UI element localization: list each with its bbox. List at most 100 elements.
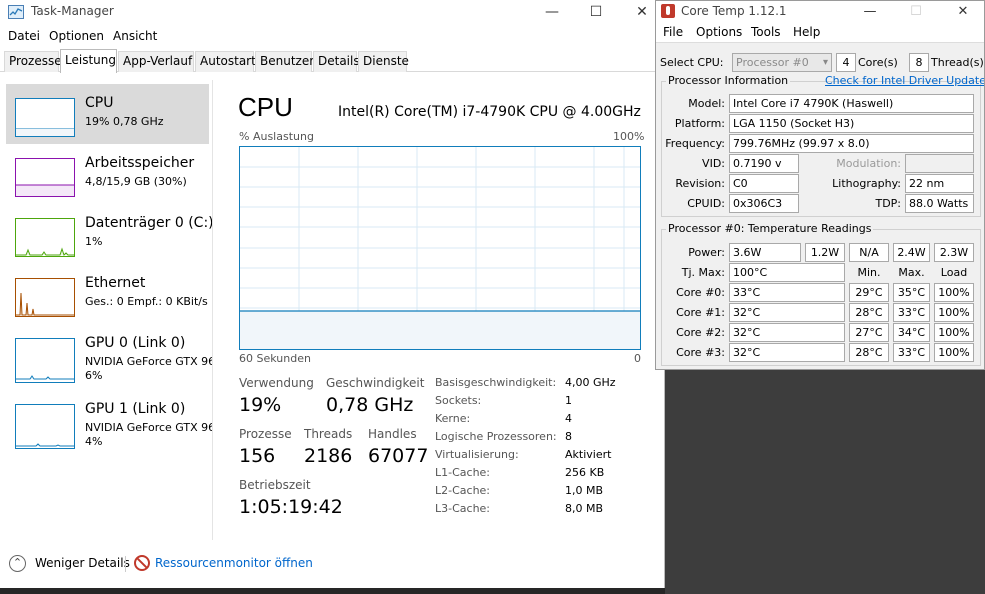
menu-ansicht[interactable]: Ansicht <box>113 29 157 43</box>
sidebar-item-disk[interactable]: Datenträger 0 (C:) 1% <box>6 204 212 264</box>
cpu-select-value: Processor #0 <box>736 56 809 69</box>
processes-label: Prozesse <box>239 427 292 441</box>
cpu-usage-fill <box>240 311 640 349</box>
revision-value: C0 <box>729 174 799 193</box>
menu-file[interactable]: File <box>663 25 683 39</box>
menu-options[interactable]: Options <box>696 25 742 39</box>
tab-details[interactable]: Details <box>313 51 360 72</box>
cpu-model-name: Intel(R) Core(TM) i7-4790K CPU @ 4.00GHz <box>338 104 641 120</box>
window-title: Core Temp 1.12.1 <box>681 4 787 18</box>
gpu1-mini-graph <box>15 404 75 449</box>
uptime-label: Betriebszeit <box>239 478 311 492</box>
cpu-select[interactable]: Processor #0 ▾ <box>732 53 832 72</box>
usage-value: 19% <box>239 394 282 416</box>
resource-monitor-icon[interactable] <box>134 555 150 571</box>
maximize-button[interactable]: ☐ <box>573 0 619 24</box>
core-min: 29°C <box>849 283 889 302</box>
core-min: 28°C <box>849 303 889 322</box>
threads-value: 2186 <box>304 445 353 467</box>
sidebar-item-subtitle: Ges.: 0 Empf.: 0 KBit/s <box>85 295 208 308</box>
power-dram: 2.4W <box>893 243 930 262</box>
tjmax-value: 100°C <box>729 263 845 282</box>
core-temp: 32°C <box>729 323 845 342</box>
sidebar-item-memory[interactable]: Arbeitsspeicher 4,8/15,9 GB (30%) <box>6 144 209 204</box>
sidebar-item-title: Ethernet <box>85 275 146 291</box>
threads-count: 8 <box>909 53 929 72</box>
temperature-title: Processor #0: Temperature Readings <box>666 222 874 235</box>
minimize-button[interactable]: — <box>529 0 575 24</box>
thermometer-icon <box>661 4 675 18</box>
tab-app-verlauf[interactable]: App-Verlauf <box>118 51 194 72</box>
cpuid-label: CPUID: <box>687 197 725 210</box>
vid-value: 0.7190 v <box>729 154 799 173</box>
core-temp: 33°C <box>729 283 845 302</box>
frequency-label: Frequency: <box>665 137 725 150</box>
sidebar-item-subtitle: 19% 0,78 GHz <box>85 115 164 128</box>
core-load: 100% <box>934 283 974 302</box>
driver-update-link[interactable]: Check for Intel Driver Updates <box>825 74 984 87</box>
processor-info-title: Processor Information <box>666 74 791 87</box>
spec-key: L2-Cache: <box>435 484 491 497</box>
tab-leistung[interactable]: Leistung <box>60 49 117 73</box>
spec-key: Kerne: <box>435 412 471 425</box>
tjmax-label: Tj. Max: <box>681 266 725 279</box>
tdp-value: 88.0 Watts <box>905 194 974 213</box>
close-button[interactable]: ✕ <box>943 1 983 23</box>
spec-key: L1-Cache: <box>435 466 491 479</box>
platform-label: Platform: <box>674 117 725 130</box>
menu-datei[interactable]: Datei <box>8 29 40 43</box>
gpu-name: NVIDIA GeForce GTX 960 <box>85 355 213 368</box>
fewer-details-button[interactable]: Weniger Details <box>35 556 130 570</box>
tab-bar: Prozesse Leistung App-Verlauf Autostart … <box>0 49 664 73</box>
modulation-label: Modulation: <box>836 157 901 170</box>
gpu-usage: 4% <box>85 435 103 448</box>
sidebar-item-gpu1[interactable]: GPU 1 (Link 0) NVIDIA GeForce GTX 960 4% <box>6 390 212 456</box>
sidebar-item-cpu[interactable]: CPU 19% 0,78 GHz <box>6 84 209 144</box>
sidebar-item-ethernet[interactable]: Ethernet Ges.: 0 Empf.: 0 KBit/s <box>6 264 209 324</box>
speed-value: 0,78 GHz <box>326 394 414 416</box>
core-label: Core #1: <box>676 306 725 319</box>
tdp-label: TDP: <box>875 197 901 210</box>
frequency-value: 799.76MHz (99.97 x 8.0) <box>729 134 974 153</box>
gpu0-mini-graph <box>15 338 75 383</box>
core-label: Core #2: <box>676 326 725 339</box>
menu-tools[interactable]: Tools <box>751 25 781 39</box>
vid-label: VID: <box>702 157 725 170</box>
core-load: 100% <box>934 303 974 322</box>
tab-prozesse[interactable]: Prozesse <box>4 51 62 72</box>
tab-dienste[interactable]: Dienste <box>358 51 409 72</box>
sidebar-item-gpu0[interactable]: GPU 0 (Link 0) NVIDIA GeForce GTX 960 6% <box>6 324 212 390</box>
spec-value: 256 KB <box>565 466 605 479</box>
page-title: CPU <box>238 92 293 122</box>
tab-autostart[interactable]: Autostart <box>195 51 256 72</box>
threads-label: Thread(s) <box>931 56 984 69</box>
tab-benutzer[interactable]: Benutzer <box>255 51 314 72</box>
spec-value: 8 <box>565 430 572 443</box>
task-manager-icon <box>8 5 24 19</box>
handles-value: 67077 <box>368 445 429 467</box>
model-label: Model: <box>688 97 725 110</box>
cores-count: 4 <box>836 53 856 72</box>
power-cores: 1.2W <box>805 243 845 262</box>
sidebar-item-title: CPU <box>85 95 114 111</box>
spec-key: Virtualisierung: <box>435 448 519 461</box>
usage-label: Verwendung <box>239 376 314 390</box>
core-temp: 32°C <box>729 343 845 362</box>
resource-monitor-link[interactable]: Ressourcenmonitor öffnen <box>155 556 313 570</box>
minimize-button[interactable]: — <box>850 1 890 23</box>
maximize-button: ☐ <box>910 4 922 19</box>
window-title: Task-Manager <box>31 4 114 18</box>
handles-label: Handles <box>368 427 417 441</box>
cpu-usage-graph <box>239 146 641 350</box>
titlebar[interactable]: Core Temp 1.12.1 — ☐ ✕ <box>656 1 984 23</box>
titlebar[interactable]: Task-Manager — ☐ ✕ <box>0 0 664 26</box>
spec-value: 4,00 GHz <box>565 376 616 389</box>
chevron-up-icon[interactable]: ⌃ <box>9 555 26 572</box>
menu-optionen[interactable]: Optionen <box>49 29 104 43</box>
speed-label: Geschwindigkeit <box>326 376 425 390</box>
menu-help[interactable]: Help <box>793 25 820 39</box>
cpuid-value: 0x306C3 <box>729 194 799 213</box>
lithography-label: Lithography: <box>832 177 901 190</box>
graph-time-label: 60 Sekunden <box>239 352 311 365</box>
modulation-value <box>905 154 974 173</box>
